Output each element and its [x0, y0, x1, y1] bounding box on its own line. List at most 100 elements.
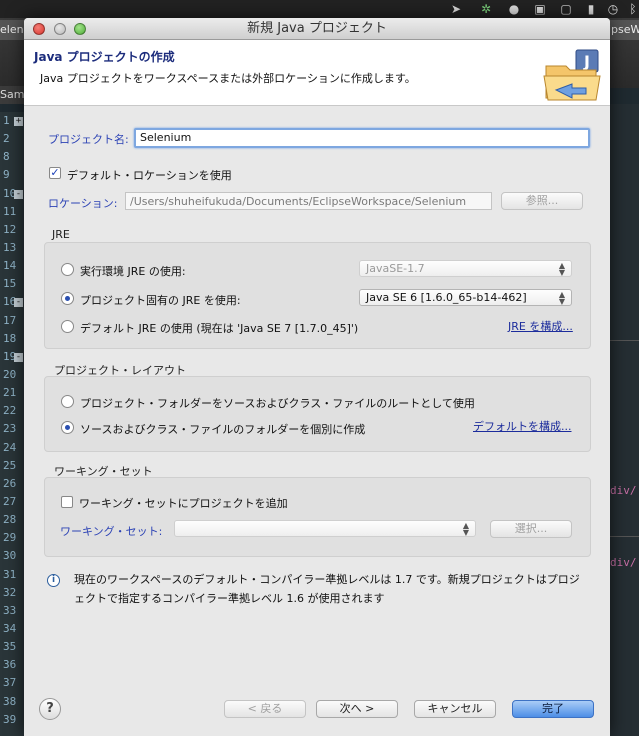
jre-group-title: JRE — [52, 228, 70, 241]
sync-icon[interactable]: ✲ — [479, 2, 493, 16]
background-tab[interactable]: Sam — [0, 86, 24, 104]
default-location-label: デフォルト・ロケーションを使用 — [67, 169, 232, 182]
stepper-arrows-icon: ▲ ▼ — [558, 290, 566, 306]
line-number: 32 — [3, 585, 17, 599]
line-number: 35 — [3, 640, 17, 654]
project-name-input[interactable]: Selenium — [134, 128, 590, 148]
line-number: 29 — [3, 531, 17, 545]
add-working-set-label: ワーキング・セットにプロジェクトを追加 — [79, 497, 288, 510]
time-machine-icon[interactable]: ◷ — [606, 2, 620, 16]
line-number: 16- — [3, 295, 23, 309]
compliance-info-text: 現在のワークスペースのデフォルト・コンパイラー準拠レベルは 1.7 です。新規プ… — [74, 573, 580, 605]
new-java-project-dialog: 新規 Java プロジェクト Java プロジェクトの作成 Java プロジェク… — [24, 18, 610, 736]
system-menubar: ➤ ✲ ● ▣ ▢ ▮ ◷ ᛒ — [0, 0, 639, 18]
exec-env-jre-radio[interactable] — [61, 263, 74, 276]
layout-separate-label: ソースおよびクラス・ファイルのフォルダーを個別に作成 — [80, 423, 366, 436]
line-number: 38 — [3, 694, 17, 708]
exec-env-select[interactable]: JavaSE-1.7 ▲ ▼ — [359, 260, 572, 277]
line-number: 10- — [3, 186, 23, 200]
line-number: 31 — [3, 567, 17, 581]
collapse-fold-icon[interactable]: - — [14, 298, 23, 308]
project-name-label: プロジェクト名: — [48, 133, 129, 146]
line-number: 21 — [3, 386, 17, 400]
exec-env-value: JavaSE-1.7 — [366, 262, 425, 275]
line-number: 30 — [3, 549, 17, 563]
line-number: 23 — [3, 422, 17, 436]
layout-separate-radio[interactable] — [61, 421, 74, 434]
line-number: 26 — [3, 476, 17, 490]
line-number: 33 — [3, 603, 17, 617]
status-icon[interactable]: ● — [507, 2, 521, 16]
wizard-banner: Java プロジェクトの作成 Java プロジェクトをワークスペースまたは外部ロ… — [24, 40, 610, 106]
working-sets-label: ワーキング・セット: — [60, 525, 163, 538]
banner-description: Java プロジェクトをワークスペースまたは外部ロケーションに作成します。 — [40, 72, 416, 85]
project-specific-jre-radio[interactable] — [61, 292, 74, 305]
configure-jre-link[interactable]: JRE を構成... — [508, 318, 573, 334]
line-number: 19- — [3, 349, 23, 363]
window-icon[interactable]: ▢ — [559, 2, 573, 16]
line-number: 20 — [3, 367, 17, 381]
line-number: 24 — [3, 440, 17, 454]
line-number: 2 — [3, 132, 10, 146]
line-number: 12 — [3, 222, 17, 236]
code-fragment: div/ — [610, 556, 637, 569]
line-number: 36 — [3, 658, 17, 672]
collapse-fold-icon[interactable]: - — [14, 189, 23, 199]
line-number: 8 — [3, 150, 10, 164]
exec-env-jre-label: 実行環境 JRE の使用: — [80, 265, 186, 278]
default-jre-radio[interactable] — [61, 320, 74, 333]
line-number: 17 — [3, 313, 17, 327]
background-tab[interactable]: elenium — [0, 20, 24, 40]
background-editor: div/ div/ — [610, 104, 639, 736]
select-working-sets-button[interactable]: 選択... — [490, 520, 572, 538]
finish-button[interactable]: 完了 — [512, 700, 594, 718]
line-number: 37 — [3, 676, 17, 690]
bookmark-icon[interactable]: ▮ — [584, 2, 598, 16]
line-number: 1 + — [3, 114, 23, 127]
layout-root-label: プロジェクト・フォルダーをソースおよびクラス・ファイルのルートとして使用 — [80, 397, 475, 410]
stepper-arrows-icon: ▲ ▼ — [558, 261, 566, 277]
line-number: 34 — [3, 621, 17, 635]
code-fragment: div/ — [610, 484, 637, 497]
expand-fold-icon[interactable]: + — [14, 117, 23, 126]
line-number: 9 — [3, 168, 10, 182]
user-icon[interactable]: ▣ — [533, 2, 547, 16]
window-title: 新規 Java プロジェクト — [247, 21, 387, 36]
browse-button[interactable]: 参照... — [501, 192, 583, 210]
line-number: 28 — [3, 513, 17, 527]
layout-root-radio[interactable] — [61, 395, 74, 408]
title-bar[interactable]: 新規 Java プロジェクト — [24, 18, 610, 40]
line-number: 11 — [3, 204, 17, 218]
help-icon[interactable]: ? — [39, 698, 61, 720]
java-project-folder-icon: J — [543, 49, 601, 101]
add-working-set-checkbox[interactable] — [61, 496, 73, 508]
line-number: 27 — [3, 494, 17, 508]
background-tab[interactable]: ipseW — [608, 20, 639, 40]
bluetooth-icon[interactable]: ᛒ — [626, 2, 639, 16]
line-number: 15 — [3, 277, 17, 291]
toolbar-icon[interactable]: ➤ — [449, 2, 463, 16]
line-number-gutter: 1 +2 8 9 10-11 12 13 14 15 16-17 18 19-20 21 22 23 24 25… — [0, 112, 24, 736]
project-specific-jre-value: Java SE 6 [1.6.0_65-b14-462] — [366, 291, 527, 304]
default-jre-label: デフォルト JRE の使用 (現在は 'Java SE 7 [1.7.0_45]… — [80, 322, 359, 335]
location-label: ロケーション: — [48, 197, 118, 210]
line-number: 22 — [3, 404, 17, 418]
line-number: 13 — [3, 240, 17, 254]
back-button[interactable]: < 戻る — [224, 700, 306, 718]
line-number: 14 — [3, 259, 17, 273]
banner-title: Java プロジェクトの作成 — [34, 50, 175, 64]
stepper-arrows-icon: ▲ ▼ — [462, 521, 470, 537]
info-icon: i — [47, 574, 60, 587]
line-number: 39 — [3, 712, 17, 726]
configure-default-link[interactable]: デフォルトを構成... — [473, 418, 572, 434]
working-sets-select[interactable]: ▲ ▼ — [174, 520, 476, 537]
default-location-checkbox[interactable]: ✓ — [49, 167, 61, 179]
line-number: 18 — [3, 331, 17, 345]
collapse-fold-icon[interactable]: - — [14, 352, 23, 362]
project-specific-jre-select[interactable]: Java SE 6 [1.6.0_65-b14-462] ▲ ▼ — [359, 289, 572, 306]
cancel-button[interactable]: キャンセル — [414, 700, 496, 718]
location-input[interactable]: /Users/shuheifukuda/Documents/EclipseWor… — [125, 192, 492, 210]
working-sets-group — [44, 477, 591, 557]
line-number: 25 — [3, 458, 17, 472]
next-button[interactable]: 次へ > — [316, 700, 398, 718]
